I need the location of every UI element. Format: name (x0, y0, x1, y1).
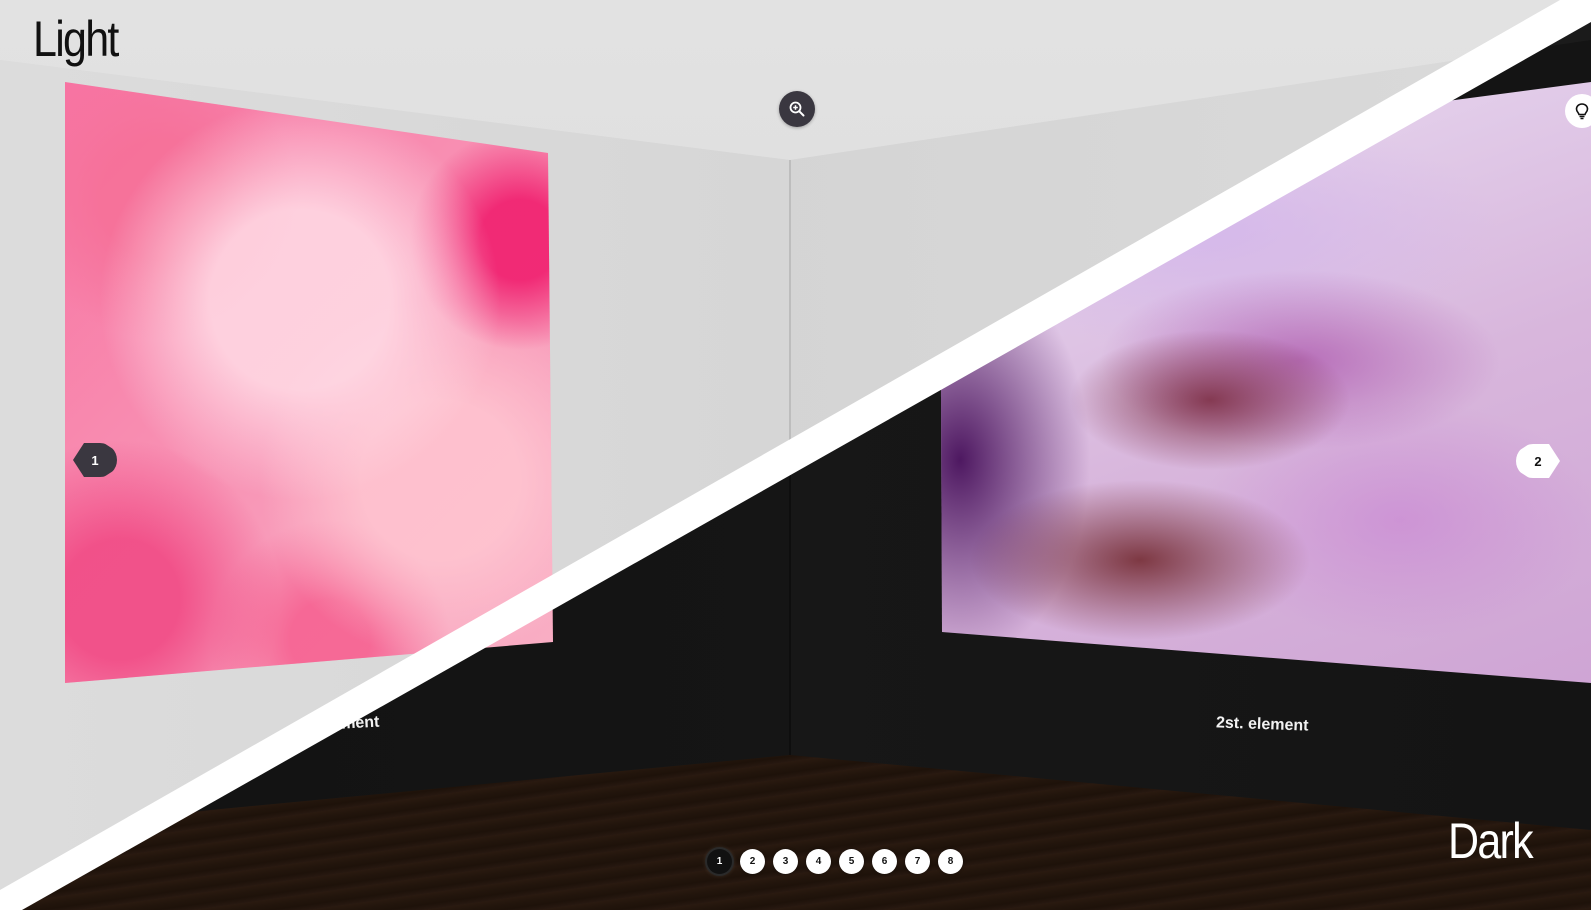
page-dot-3[interactable]: 3 (773, 849, 798, 874)
page-dot-5[interactable]: 5 (839, 849, 864, 874)
page-dot-1[interactable]: 1 (707, 849, 732, 874)
caption-element-2: 2st. element (1215, 714, 1309, 735)
page-dot-2[interactable]: 2 (740, 849, 765, 874)
dark-mode-label: Dark (1448, 813, 1534, 869)
page-dot-4[interactable]: 4 (806, 849, 831, 874)
zoom-in-icon (789, 101, 805, 117)
next-element-number: 2 (1534, 453, 1542, 469)
pagination: 1 2 3 4 5 6 7 8 (707, 849, 963, 874)
lightbulb-icon (1575, 103, 1589, 120)
light-mode-label: Light (33, 11, 119, 67)
prev-element-number: 1 (91, 452, 99, 468)
page-dot-6[interactable]: 6 (872, 849, 897, 874)
page-dot-8[interactable]: 8 (938, 849, 963, 874)
zoom-button[interactable] (779, 91, 815, 127)
page-dot-7[interactable]: 7 (905, 849, 930, 874)
light-toggle-button[interactable] (1565, 94, 1591, 128)
